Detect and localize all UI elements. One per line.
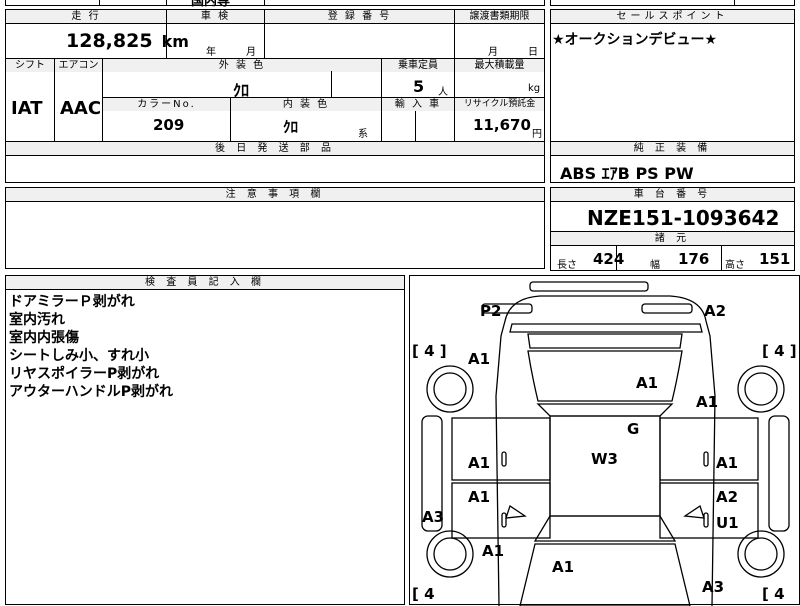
capacity-value: 5 bbox=[413, 77, 425, 96]
dimensions-label: 諸 元 bbox=[551, 232, 794, 246]
mark-u1: U1 bbox=[716, 514, 739, 532]
sales-point-box: セールスポイント ★オークションデビュー★ bbox=[550, 9, 795, 142]
ac-label: エアコン bbox=[55, 59, 102, 72]
caution-box: 注 意 事 項 欄 bbox=[5, 187, 545, 269]
inspection-label: 車 検 bbox=[167, 10, 264, 23]
inspector-note: ドアミラーＰ剥がれ bbox=[9, 294, 135, 310]
mark-tire-fr: [ 4 bbox=[762, 585, 785, 603]
mark-a1-rear-left: A1 bbox=[468, 350, 490, 368]
damage-diagram-box: P2 A2 [ 4 ] [ 4 ] A1 A1 A1 G W3 A1 A1 A1… bbox=[409, 275, 800, 606]
mark-a1-trunk: A1 bbox=[636, 374, 658, 392]
color-no-value: 209 bbox=[153, 116, 185, 134]
rear-window-shape bbox=[527, 350, 683, 402]
interior-color-value: ｸﾛ bbox=[283, 118, 299, 136]
inspector-note: リヤスポイラーP剥がれ bbox=[9, 366, 160, 382]
length-value: 424 bbox=[593, 250, 625, 268]
inspector-note: アウターハンドルP剥がれ bbox=[9, 384, 173, 400]
windshield-shape bbox=[533, 515, 677, 542]
mark-w3: W3 bbox=[591, 450, 618, 468]
inspection-month: 月 bbox=[246, 47, 256, 58]
equipment-label: 純 正 装 備 bbox=[551, 142, 794, 156]
mark-tire-fl: [ 4 bbox=[412, 585, 435, 603]
mileage-value: 128,825 bbox=[66, 30, 153, 52]
width-label: 幅 bbox=[650, 260, 660, 271]
mark-a3-left: A3 bbox=[422, 508, 444, 526]
right-front-door bbox=[659, 482, 759, 539]
equipment-text: ABS ｴｱB PS PW bbox=[560, 164, 694, 183]
mileage-unit: km bbox=[161, 32, 189, 51]
top-strip: 国内専 bbox=[5, 0, 545, 9]
ac-value: AAC bbox=[60, 98, 102, 119]
chassis-box: 車 台 番 号 NZE151-1093642 諸 元 長さ 424 幅 176 … bbox=[550, 187, 795, 271]
mark-a1-right-rear-door: A1 bbox=[716, 454, 738, 472]
capacity-label: 乗車定員 bbox=[382, 59, 454, 72]
height-value: 151 bbox=[759, 250, 791, 268]
mark-a3-front-right: A3 bbox=[702, 578, 724, 596]
mark-a1-rear-right: A1 bbox=[696, 393, 718, 411]
inspector-note: 室内汚れ bbox=[9, 312, 65, 328]
mark-p2: P2 bbox=[480, 302, 501, 320]
shift-value: IAT bbox=[11, 98, 43, 119]
recycle-value: 11,670 bbox=[473, 116, 531, 134]
max-load-label: 最大積載量 bbox=[455, 59, 544, 72]
sales-point-label: セールスポイント bbox=[551, 10, 794, 24]
chassis-label: 車 台 番 号 bbox=[551, 188, 794, 202]
inspection-year: 年 bbox=[206, 47, 216, 58]
later-parts-label: 後 日 発 送 部 品 bbox=[6, 142, 544, 156]
mark-a1-left-rear-door: A1 bbox=[468, 454, 490, 472]
inspector-box: 検 査 員 記 入 欄 ドアミラーＰ剥がれ 室内汚れ 室内内張傷 シートしみ小、… bbox=[5, 275, 405, 605]
transfer-month: 月 bbox=[488, 47, 498, 58]
capacity-unit: 人 bbox=[438, 87, 448, 98]
top-strip-text: 国内専 bbox=[191, 0, 231, 9]
caution-label: 注 意 事 項 欄 bbox=[6, 188, 544, 202]
mark-a2-right-front-door: A2 bbox=[716, 488, 738, 506]
max-load-unit: kg bbox=[528, 83, 541, 94]
width-value: 176 bbox=[678, 250, 710, 268]
transfer-day: 日 bbox=[528, 47, 538, 58]
equipment-box: 純 正 装 備 ABS ｴｱB PS PW bbox=[550, 141, 795, 183]
import-label: 輸 入 車 bbox=[382, 98, 454, 111]
inspector-label: 検 査 員 記 入 欄 bbox=[6, 276, 404, 290]
registration-label: 登 録 番 号 bbox=[265, 10, 454, 23]
recycle-unit: 円 bbox=[532, 129, 542, 140]
color-no-label: カラーNo. bbox=[103, 98, 230, 111]
height-label: 高さ bbox=[725, 260, 745, 271]
length-label: 長さ bbox=[557, 260, 577, 271]
inspector-note: 室内内張傷 bbox=[9, 330, 79, 346]
car-diagram: P2 A2 [ 4 ] [ 4 ] A1 A1 A1 G W3 A1 A1 A1… bbox=[412, 281, 797, 606]
mark-g: G bbox=[627, 420, 639, 438]
hood-shape bbox=[519, 543, 691, 606]
right-rear-door bbox=[659, 417, 759, 481]
shift-label: シフト bbox=[6, 59, 54, 72]
mark-tire-rl: [ 4 ] bbox=[412, 342, 447, 360]
rear-spoiler-shape bbox=[529, 281, 649, 292]
mark-tire-rr: [ 4 ] bbox=[762, 342, 797, 360]
recycle-label: リサイクル預託金 bbox=[455, 98, 544, 111]
mark-a2-top: A2 bbox=[704, 302, 726, 320]
transfer-label: 譲渡書類期限 bbox=[455, 10, 544, 23]
mileage-label: 走 行 bbox=[6, 10, 166, 23]
inspector-note: シートしみ小、すれ小 bbox=[9, 348, 149, 364]
mark-a1-left-front-door: A1 bbox=[468, 488, 490, 506]
chassis-value: NZE151-1093642 bbox=[587, 206, 780, 230]
vehicle-info-table: 走 行 車 検 登 録 番 号 譲渡書類期限 128,825 km 年 月 月 … bbox=[5, 9, 545, 142]
top-strip-right bbox=[550, 0, 795, 6]
exterior-color-label: 外 装 色 bbox=[103, 59, 381, 72]
sales-point-text: ★オークションデビュー★ bbox=[552, 32, 718, 48]
later-parts-box: 後 日 発 送 部 品 bbox=[5, 141, 545, 183]
rear-panel-shape bbox=[509, 323, 703, 333]
left-front-door bbox=[451, 482, 551, 539]
left-rear-door bbox=[451, 417, 551, 481]
mark-a1-front-left: A1 bbox=[482, 542, 504, 560]
interior-color-unit: 系 bbox=[358, 129, 368, 140]
mark-a1-hood: A1 bbox=[552, 558, 574, 576]
interior-color-label: 内 装 色 bbox=[231, 98, 381, 111]
